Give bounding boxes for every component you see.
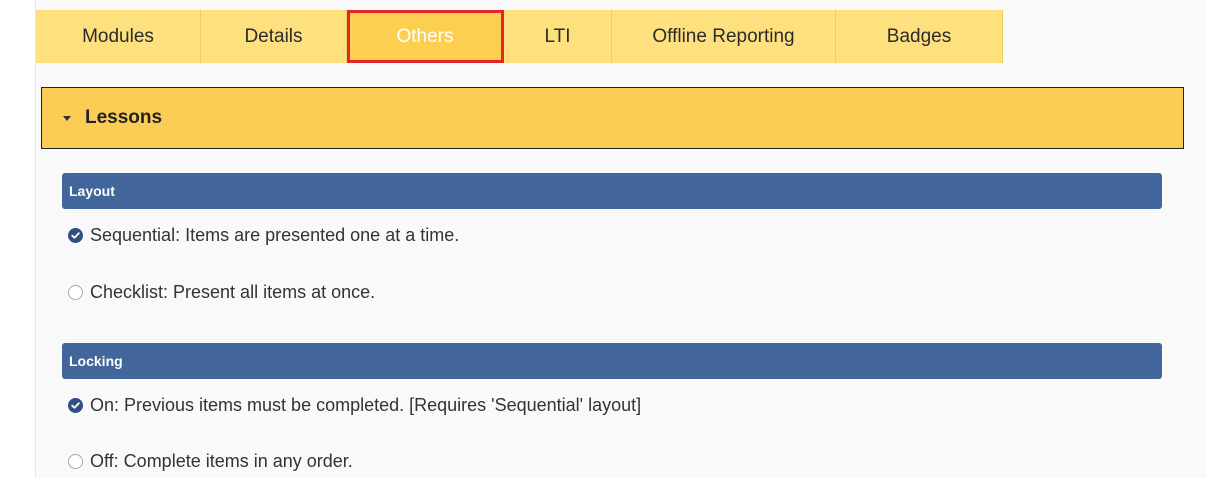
tab-others[interactable]: Others [347,10,504,63]
check-circle-icon[interactable] [68,228,83,243]
empty-circle-icon[interactable] [68,454,83,469]
option-label: On: Previous items must be completed. [R… [90,395,642,415]
locking-option-off[interactable]: Off: Complete items in any order. [68,451,353,472]
layout-option-sequential[interactable]: Sequential: Items are presented one at a… [68,225,459,246]
option-label: Sequential: Items are presented one at a… [90,225,460,245]
option-label: Off: Complete items in any order. [90,451,353,471]
layout-section-header: Layout [62,173,1162,209]
accordion-title: Lessons [85,107,163,128]
caret-down-icon[interactable] [63,115,71,121]
locking-section-header: Locking [62,343,1162,379]
tab-offline-reporting[interactable]: Offline Reporting [612,10,836,63]
empty-circle-icon[interactable] [68,285,83,300]
tab-details[interactable]: Details [201,10,347,63]
locking-option-on[interactable]: On: Previous items must be completed. [R… [68,395,641,416]
lessons-accordion-header[interactable]: Lessons [41,87,1184,149]
check-circle-icon[interactable] [68,398,83,413]
tab-modules[interactable]: Modules [36,10,201,63]
tab-lti[interactable]: LTI [504,10,612,63]
layout-option-checklist[interactable]: Checklist: Present all items at once. [68,282,375,303]
tab-badges[interactable]: Badges [836,10,1003,63]
option-label: Checklist: Present all items at once. [90,282,376,302]
tab-bar: Modules Details Others LTI Offline Repor… [36,10,1003,63]
